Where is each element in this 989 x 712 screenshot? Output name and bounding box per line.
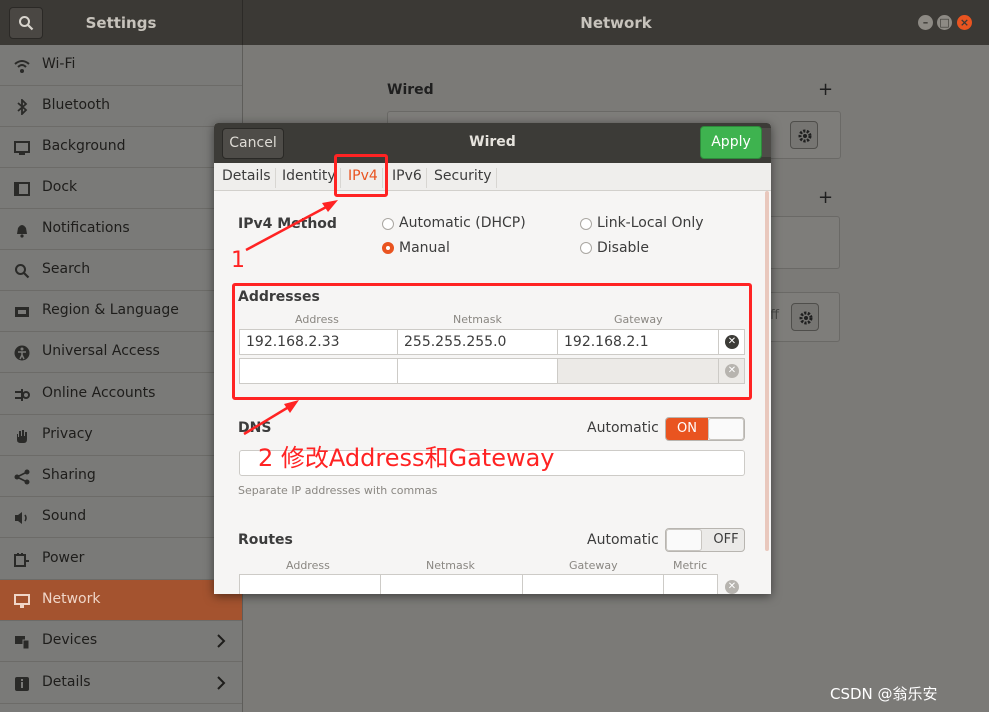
annotation-step1: 1 — [231, 248, 245, 273]
annotation-arrows — [243, 200, 338, 436]
watermark: CSDN @翁乐安 — [830, 685, 938, 703]
annotation-step2: 2 修改Address和Gateway — [258, 444, 555, 472]
